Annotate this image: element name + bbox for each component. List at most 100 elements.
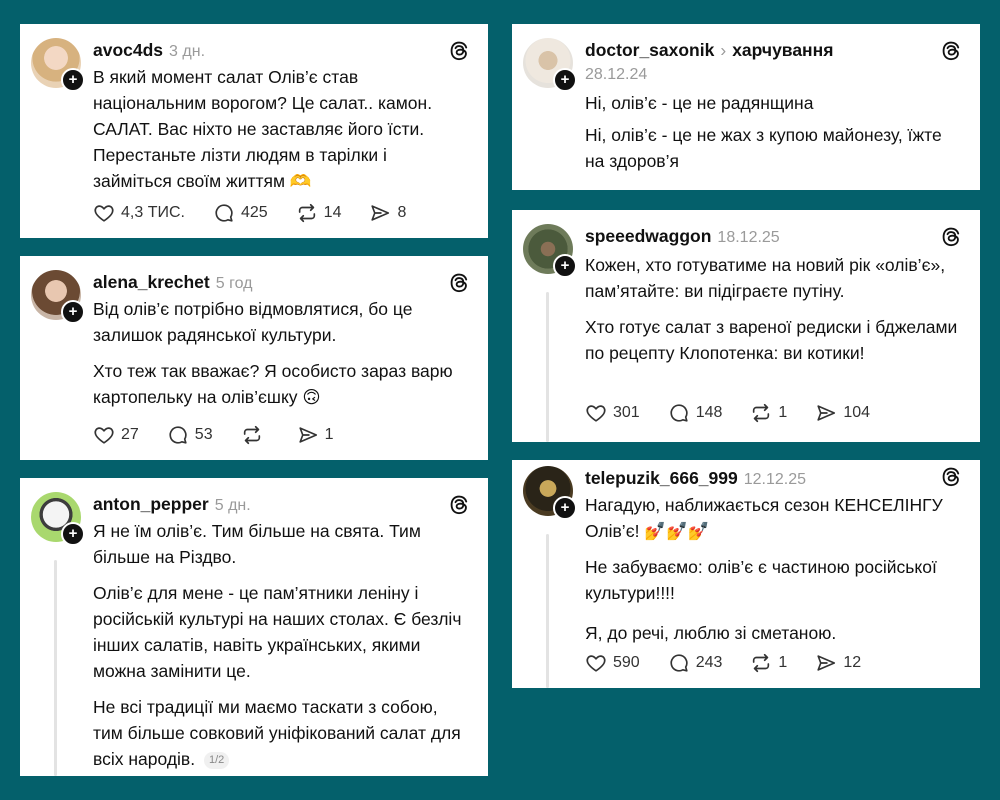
thread-line	[546, 292, 549, 442]
repost-button[interactable]	[241, 424, 269, 446]
comment-icon	[167, 424, 189, 446]
share-icon	[297, 424, 319, 446]
follow-plus-icon[interactable]: +	[61, 522, 85, 546]
heart-icon	[93, 424, 115, 446]
post-time: 5 дн.	[214, 497, 251, 514]
thread-line	[546, 534, 549, 688]
reply-button[interactable]: 148	[668, 402, 723, 424]
post-text: Я не їм олів’є. Тим більше на свята. Тим…	[93, 518, 470, 772]
username[interactable]: anton_pepper	[93, 494, 209, 514]
post-date: 28.12.24	[585, 66, 648, 83]
topic-tag[interactable]: харчування	[732, 40, 833, 60]
avatar[interactable]: +	[523, 466, 577, 520]
page-indicator: 1/2	[203, 751, 230, 769]
post-text: В який момент салат Олів’є став націонал…	[93, 64, 470, 194]
post-paragraph: Я не їм олів’є. Тим більше на свята. Тим…	[93, 521, 421, 567]
username[interactable]: avoc4ds	[93, 40, 163, 60]
avatar[interactable]: +	[31, 270, 85, 324]
thread-line	[54, 560, 57, 776]
post-paragraph: Не всі традиції ми маємо таскати з собою…	[93, 694, 470, 772]
threads-logo-icon[interactable]	[448, 40, 470, 62]
avatar[interactable]: +	[31, 38, 85, 92]
post-header: anton_pepper 5 дн.	[93, 494, 440, 515]
post-paragraph: Кожен, хто готуватиме на новий рік «олів…	[585, 255, 946, 301]
avatar[interactable]: +	[523, 38, 577, 92]
repost-count: 1	[778, 654, 788, 671]
post-header: avoc4ds 3 дн.	[93, 40, 440, 61]
post-actions: 4,3 ТИС. 425 14 8	[93, 202, 434, 224]
follow-plus-icon[interactable]: +	[553, 254, 577, 278]
post-card[interactable]: + doctor_saxonik › харчування 28.12.24 Ні,…	[512, 24, 980, 190]
post-text: Кожен, хто готуватиме на новий рік «олів…	[585, 252, 962, 366]
threads-logo-icon[interactable]	[940, 466, 962, 488]
post-header: telepuzik_666_999 12.12.25	[585, 468, 932, 489]
post-time: 3 дн.	[169, 43, 206, 60]
post-text: Ні, олів’є - це не радянщина Ні, олів’є …	[585, 90, 962, 174]
like-button[interactable]: 27	[93, 424, 139, 446]
post-actions: 27 53 1	[93, 424, 362, 446]
share-button[interactable]: 8	[369, 202, 406, 224]
share-count: 104	[843, 404, 871, 421]
repost-icon	[750, 652, 772, 674]
post-time: 5 год	[215, 275, 253, 292]
like-count: 4,3 ТИС.	[121, 204, 185, 221]
threads-logo-icon[interactable]	[448, 272, 470, 294]
threads-logo-icon[interactable]	[448, 494, 470, 516]
share-icon	[815, 652, 837, 674]
username[interactable]: speeedwaggon	[585, 226, 711, 246]
like-button[interactable]: 301	[585, 402, 640, 424]
reply-button[interactable]: 53	[167, 424, 213, 446]
post-text: Нагадую, наближається сезон КЕНСЕЛІНГУ О…	[585, 492, 962, 646]
reply-count: 243	[695, 654, 723, 671]
share-count: 1	[324, 426, 334, 443]
repost-button[interactable]: 14	[296, 202, 341, 224]
post-paragraph: Нагадую, наближається сезон КЕНСЕЛІНГУ О…	[585, 495, 943, 541]
share-button[interactable]: 1	[297, 424, 334, 446]
share-icon	[815, 402, 837, 424]
avatar[interactable]: +	[31, 492, 85, 546]
repost-count: 1	[778, 404, 788, 421]
post-paragraph: В який момент салат Олів’є став націонал…	[93, 67, 433, 191]
post-card[interactable]: + telepuzik_666_999 12.12.25 Нагадую, наб…	[512, 460, 980, 688]
share-count: 12	[843, 654, 862, 671]
username[interactable]: doctor_saxonik	[585, 40, 714, 60]
threads-logo-icon[interactable]	[940, 226, 962, 248]
follow-plus-icon[interactable]: +	[553, 496, 577, 520]
post-card[interactable]: + speeedwaggon 18.12.25 Кожен, хто готува…	[512, 210, 980, 442]
reply-button[interactable]: 243	[668, 652, 723, 674]
post-card[interactable]: + alena_krechet 5 год Від олів’є потрібно…	[20, 256, 488, 460]
threads-logo-icon[interactable]	[940, 40, 962, 62]
post-header: speeedwaggon 18.12.25	[585, 226, 932, 247]
post-header: doctor_saxonik › харчування	[585, 40, 932, 61]
share-icon	[369, 202, 391, 224]
share-count: 8	[397, 204, 407, 221]
repost-button[interactable]: 1	[750, 652, 787, 674]
like-count: 301	[613, 404, 640, 421]
avatar[interactable]: +	[523, 224, 577, 278]
username[interactable]: telepuzik_666_999	[585, 468, 738, 488]
reply-count: 148	[695, 404, 723, 421]
share-button[interactable]: 104	[815, 402, 870, 424]
topic-separator: ›	[720, 40, 727, 60]
post-paragraph: Ні, олів’є - це не радянщина	[585, 93, 814, 113]
follow-plus-icon[interactable]: +	[61, 68, 85, 92]
post-card[interactable]: + anton_pepper 5 дн. Я не їм олів’є. Тим …	[20, 478, 488, 776]
comment-icon	[213, 202, 235, 224]
post-paragraph: Не забуваємо: олів’є є частиною російськ…	[585, 557, 937, 603]
post-card[interactable]: + avoc4ds 3 дн. В який момент салат Олів’…	[20, 24, 488, 238]
share-button[interactable]: 12	[815, 652, 861, 674]
heart-icon	[93, 202, 115, 224]
repost-button[interactable]: 1	[750, 402, 787, 424]
follow-plus-icon[interactable]: +	[61, 300, 85, 324]
username[interactable]: alena_krechet	[93, 272, 210, 292]
reply-button[interactable]: 425	[213, 202, 268, 224]
repost-icon	[296, 202, 318, 224]
post-actions: 590 243 1 12	[585, 652, 889, 674]
follow-plus-icon[interactable]: +	[553, 68, 577, 92]
repost-icon	[241, 424, 263, 446]
post-paragraph: Від олів’є потрібно відмовлятися, бо це …	[93, 299, 413, 345]
comment-icon	[668, 402, 690, 424]
post-paragraph-text: Не всі традиції ми маємо таскати з собою…	[93, 697, 461, 769]
like-button[interactable]: 4,3 ТИС.	[93, 202, 185, 224]
like-button[interactable]: 590	[585, 652, 640, 674]
